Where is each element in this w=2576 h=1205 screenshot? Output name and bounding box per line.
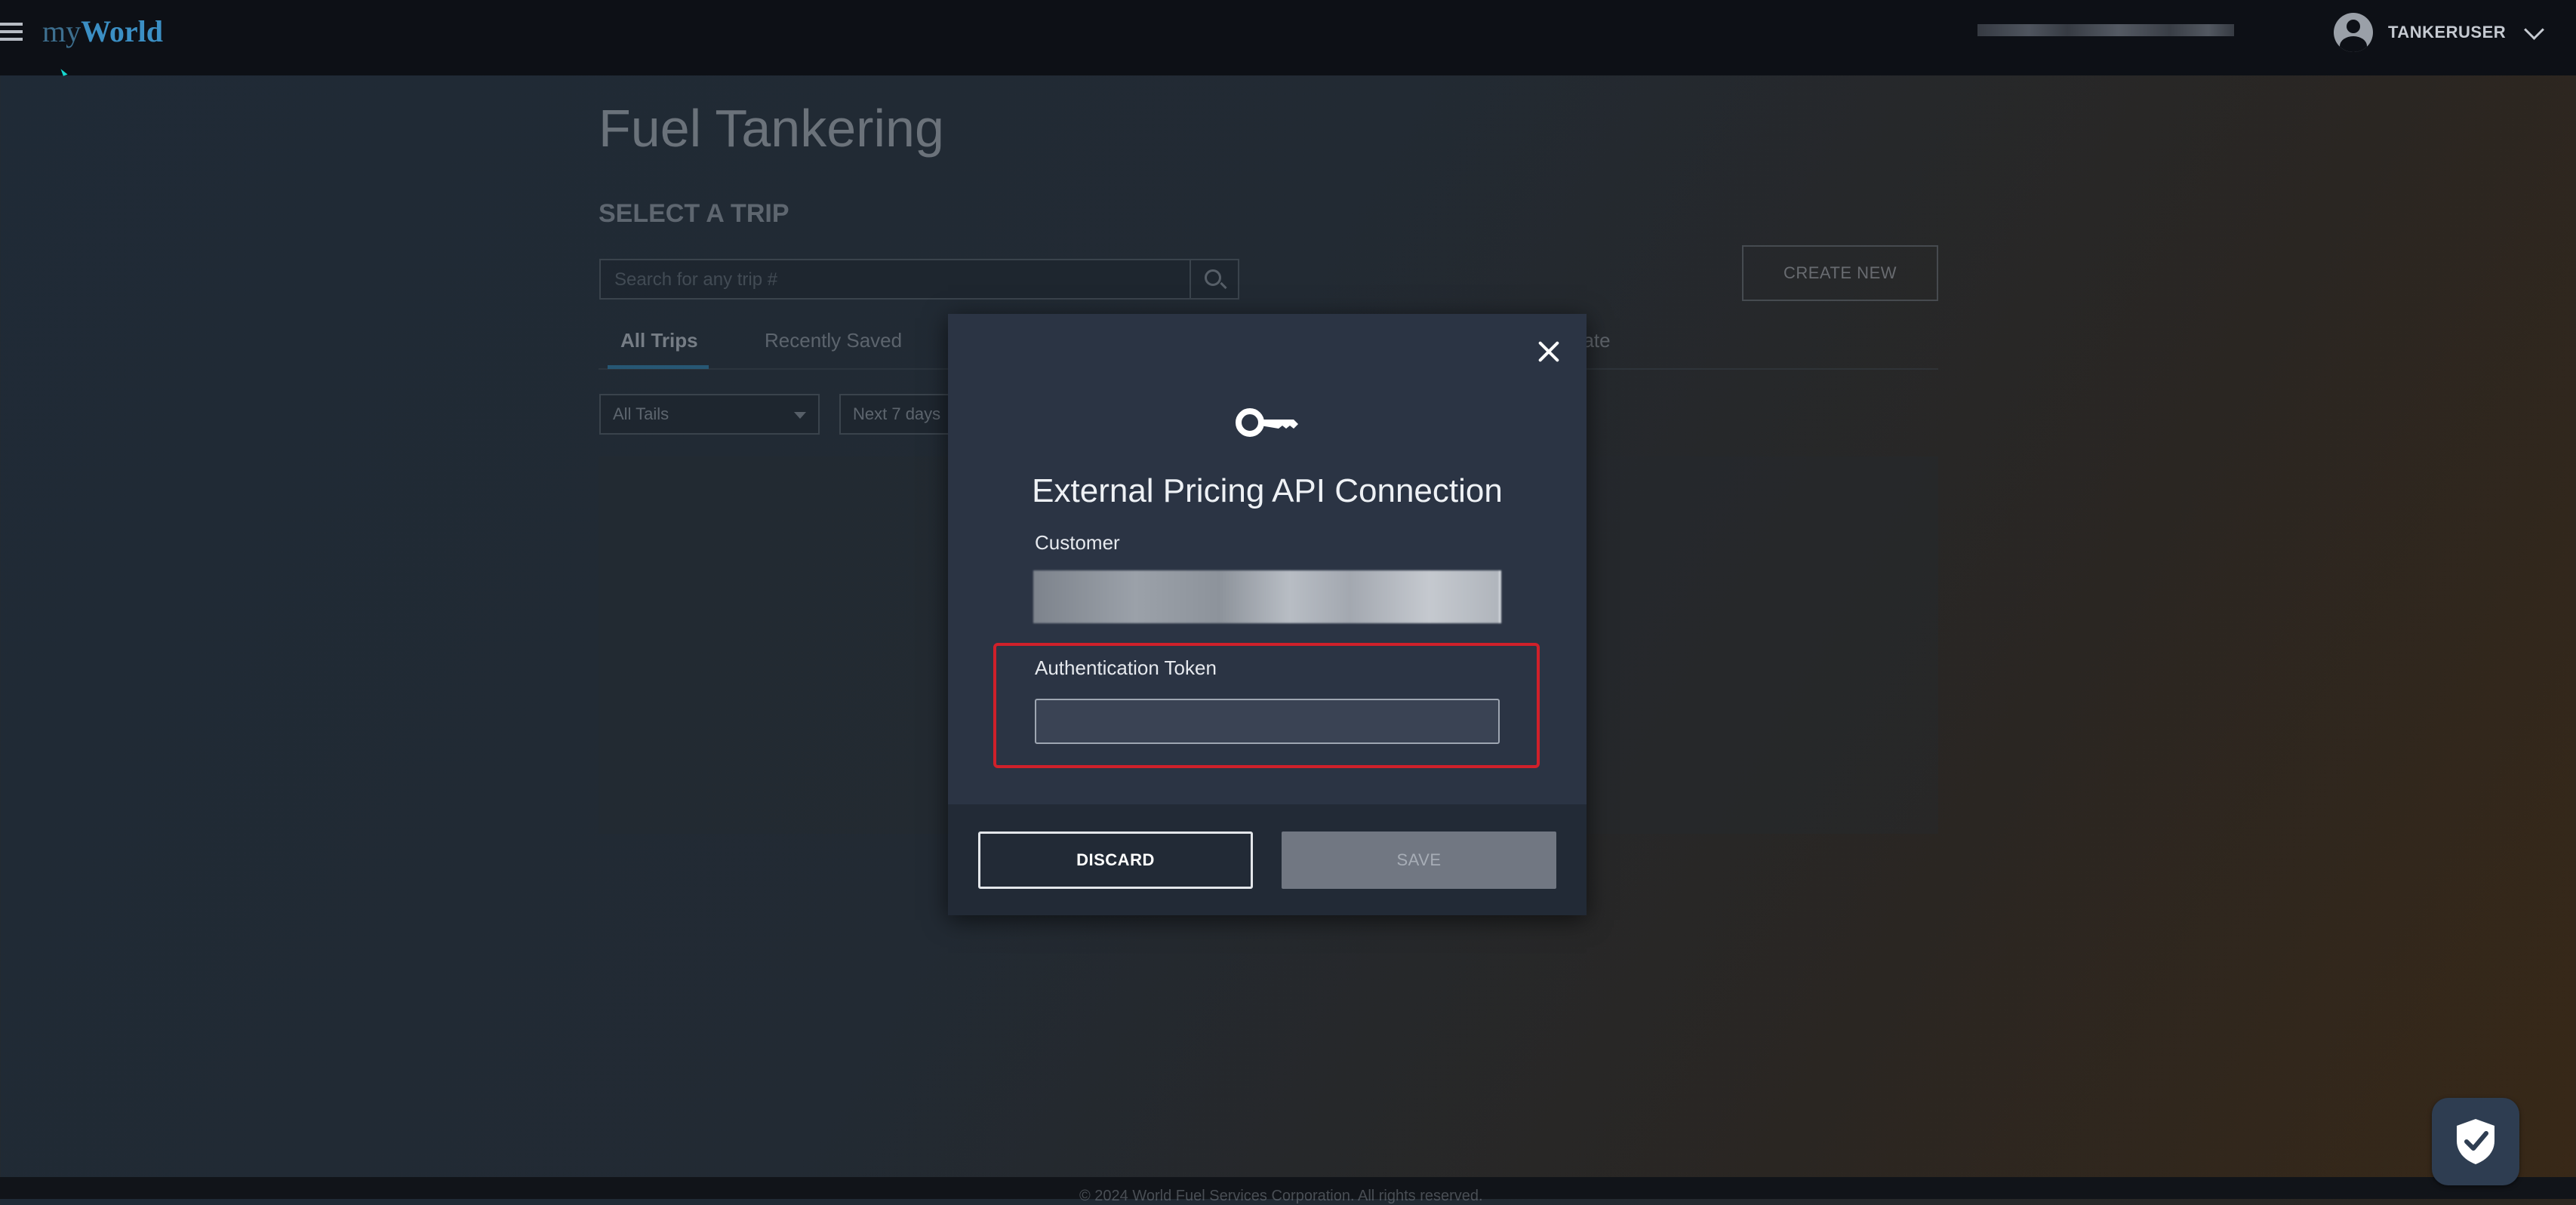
shield-check-icon bbox=[2457, 1119, 2494, 1164]
api-connection-modal: External Pricing API Connection Customer… bbox=[948, 314, 1587, 915]
tab-recently-saved[interactable]: Recently Saved bbox=[765, 329, 902, 352]
app-logo[interactable]: myWorld bbox=[42, 14, 163, 49]
footer-copyright: © 2024 World Fuel Services Corporation. … bbox=[1079, 1188, 1483, 1204]
modal-title: External Pricing API Connection bbox=[1032, 472, 1503, 509]
tab-all-trips[interactable]: All Trips bbox=[620, 329, 698, 352]
close-icon[interactable] bbox=[1534, 337, 1564, 367]
save-button[interactable]: SAVE bbox=[1282, 832, 1556, 889]
tails-filter-value: All Tails bbox=[613, 404, 669, 423]
username-label: TANKERUSER bbox=[2388, 23, 2507, 41]
auth-token-label: Authentication Token bbox=[1035, 656, 1217, 679]
trip-search-box bbox=[599, 259, 1239, 300]
tails-filter[interactable]: All Tails bbox=[599, 394, 820, 435]
customer-field[interactable] bbox=[1033, 570, 1501, 623]
logo-world: World bbox=[81, 14, 164, 48]
customer-label: Customer bbox=[1035, 531, 1120, 554]
key-icon bbox=[1236, 408, 1298, 437]
chevron-down-icon[interactable] bbox=[2524, 19, 2545, 40]
modal-footer: DISCARD SAVE bbox=[948, 804, 1587, 915]
redacted-info bbox=[1977, 24, 2234, 36]
date-range-filter[interactable]: Next 7 days bbox=[839, 394, 960, 435]
create-new-button[interactable]: CREATE NEW bbox=[1742, 245, 1938, 301]
user-avatar-icon[interactable] bbox=[2334, 13, 2373, 52]
auth-token-input[interactable] bbox=[1035, 699, 1500, 744]
date-range-filter-value: Next 7 days bbox=[853, 404, 941, 423]
hamburger-icon[interactable] bbox=[0, 23, 23, 42]
logo-my: my bbox=[42, 14, 82, 48]
search-icon[interactable] bbox=[1190, 260, 1238, 298]
shield-check-button[interactable] bbox=[2432, 1098, 2519, 1185]
section-heading: SELECT A TRIP bbox=[599, 199, 789, 228]
user-menu[interactable]: TANKERUSER bbox=[2334, 13, 2545, 52]
top-nav-bar: myWorld TANKERUSER bbox=[0, 0, 2576, 75]
caret-down-icon bbox=[794, 412, 806, 419]
discard-button[interactable]: DISCARD bbox=[978, 832, 1253, 889]
trip-search-input[interactable] bbox=[613, 260, 1076, 300]
active-tab-indicator bbox=[608, 365, 709, 369]
page-title: Fuel Tankering bbox=[599, 99, 944, 158]
